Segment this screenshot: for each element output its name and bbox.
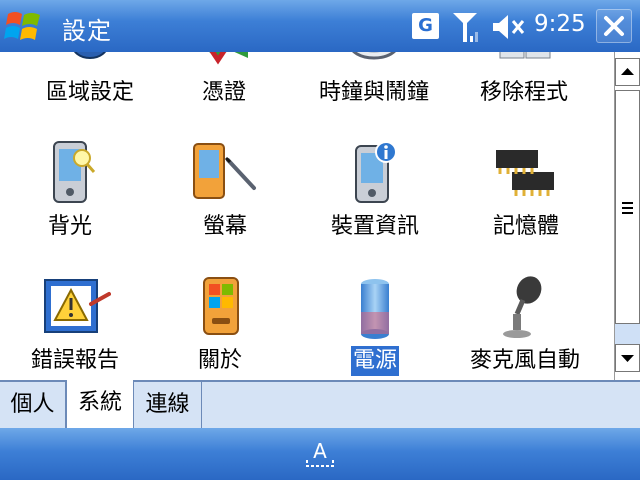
item-label: 時鐘與鬧鐘 xyxy=(318,80,429,105)
arrow-up-icon xyxy=(621,68,634,75)
settings-item-device-info[interactable]: 裝置資訊 xyxy=(305,138,445,242)
power-icon xyxy=(361,279,389,339)
tab-bar: 個人 系統 連線 xyxy=(0,380,640,428)
settings-item-regional[interactable]: 區域設定 xyxy=(20,52,160,108)
keyboard-input-icon: A xyxy=(306,439,334,467)
close-button[interactable] xyxy=(596,9,632,43)
window-title: 設定 xyxy=(62,17,112,45)
scroll-up-button[interactable] xyxy=(615,58,640,86)
microphone-icon xyxy=(503,276,542,338)
signal-icon[interactable] xyxy=(450,10,480,44)
device-info-icon xyxy=(355,141,397,203)
gprs-badge-icon[interactable]: G xyxy=(412,13,439,39)
item-label: 移除程式 xyxy=(479,80,568,105)
item-label: 區域設定 xyxy=(45,80,134,105)
error-reporting-icon xyxy=(44,279,111,333)
scroll-thumb[interactable] xyxy=(615,90,640,324)
backlight-icon xyxy=(53,141,96,203)
vertical-scrollbar[interactable] xyxy=(614,52,640,380)
settings-item-error-reporting[interactable]: 錯誤報告 xyxy=(5,272,145,376)
item-label: 裝置資訊 xyxy=(330,214,419,239)
remove-programs-icon xyxy=(499,52,551,59)
item-label: 憑證 xyxy=(201,80,246,105)
tab-connections[interactable]: 連線 xyxy=(134,382,202,428)
settings-item-screen[interactable]: 螢幕 xyxy=(155,138,295,242)
menu-bar: A xyxy=(0,428,640,480)
sip-letter: A xyxy=(313,439,327,463)
item-label: 關於 xyxy=(197,348,242,373)
screen-icon xyxy=(193,143,256,199)
regional-settings-icon xyxy=(73,52,107,59)
about-icon xyxy=(203,277,239,335)
arrow-down-icon xyxy=(621,355,634,362)
title-bar: 設定 G 9:25 xyxy=(0,0,640,52)
item-label: 背光 xyxy=(47,214,92,239)
tab-personal[interactable]: 個人 xyxy=(0,382,66,428)
settings-item-backlight[interactable]: 背光 xyxy=(0,138,140,242)
item-label: 螢幕 xyxy=(202,214,247,239)
settings-item-power[interactable]: 電源 xyxy=(305,272,445,376)
settings-item-about[interactable]: 關於 xyxy=(150,272,290,376)
settings-item-remove-programs[interactable]: 移除程式 xyxy=(454,52,594,108)
input-panel-button[interactable]: A xyxy=(304,436,336,474)
item-label: 記憶體 xyxy=(492,214,559,239)
clock[interactable]: 9:25 xyxy=(534,11,586,37)
memory-icon xyxy=(496,150,554,196)
windows-start-icon[interactable] xyxy=(4,8,44,46)
certificates-icon xyxy=(209,52,248,65)
item-label: 錯誤報告 xyxy=(30,348,119,373)
settings-item-microphone[interactable]: 麥克風自動 xyxy=(455,272,595,376)
close-icon xyxy=(604,16,624,36)
item-label: 麥克風自動 xyxy=(469,348,580,373)
settings-item-certificates[interactable]: 憑證 xyxy=(154,52,294,108)
settings-panel: 區域設定 憑證 時鐘與鬧鐘 移除程式 背光 螢幕 裝置資訊 記憶體 錯誤報告 關… xyxy=(0,52,614,380)
item-label: 電源 xyxy=(350,346,399,376)
settings-item-memory[interactable]: 記憶體 xyxy=(456,138,596,242)
scroll-down-button[interactable] xyxy=(615,344,640,372)
settings-item-clock[interactable]: 時鐘與鬧鐘 xyxy=(304,52,444,108)
speaker-mute-icon[interactable] xyxy=(490,12,526,42)
grip-icon xyxy=(622,202,633,214)
tab-system[interactable]: 系統 xyxy=(66,380,134,428)
clock-icon xyxy=(352,52,396,60)
